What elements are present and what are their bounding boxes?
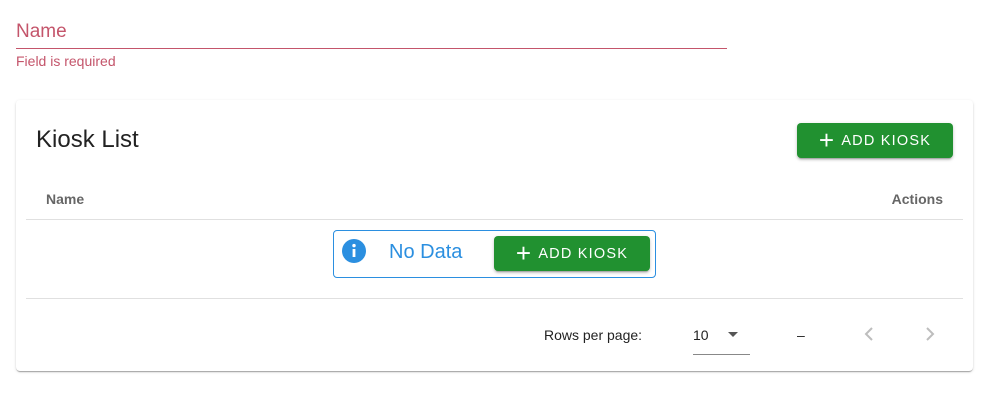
no-data-text: No Data — [389, 241, 463, 263]
name-input[interactable] — [16, 18, 731, 48]
kiosk-list-card: Kiosk List + ADD KIOSK Name Actions No D… — [16, 100, 973, 371]
plus-icon: + — [515, 237, 533, 268]
table-pagination: Rows per page: 10 – — [26, 299, 963, 369]
chevron-left-icon — [864, 327, 873, 341]
page-range-text: – — [797, 327, 805, 343]
plus-icon: + — [818, 124, 836, 155]
no-data-alert: No Data + ADD KIOSK — [333, 230, 656, 278]
name-input-wrapper[interactable]: Name — [16, 18, 731, 49]
rows-per-page-select[interactable]: 10 — [693, 319, 750, 355]
info-icon — [342, 239, 366, 263]
column-header-name[interactable]: Name — [46, 191, 84, 207]
add-kiosk-button-label: ADD KIOSK — [841, 132, 932, 149]
table-header-row: Name Actions — [26, 182, 963, 220]
empty-state-row: No Data + ADD KIOSK — [26, 220, 963, 299]
name-field[interactable]: Name Field is required — [16, 18, 731, 69]
rows-per-page-value: 10 — [693, 327, 709, 343]
caret-down-icon — [728, 332, 738, 337]
rows-per-page-label: Rows per page: — [544, 327, 643, 343]
card-title: Kiosk List — [36, 126, 139, 153]
chevron-right-icon — [926, 327, 935, 341]
next-page-button[interactable] — [916, 320, 944, 348]
add-kiosk-empty-button[interactable]: + ADD KIOSK — [494, 236, 650, 271]
column-header-actions: Actions — [891, 191, 943, 207]
previous-page-button[interactable] — [855, 320, 883, 348]
add-kiosk-button[interactable]: + ADD KIOSK — [797, 123, 953, 158]
name-field-error: Field is required — [16, 53, 116, 69]
add-kiosk-empty-button-label: ADD KIOSK — [538, 245, 629, 262]
